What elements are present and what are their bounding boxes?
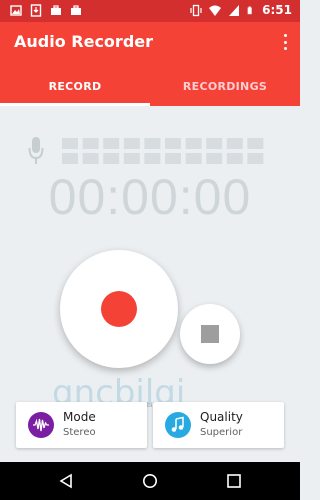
- level-meter-block: [123, 153, 140, 164]
- mode-title: Mode: [63, 410, 96, 424]
- mode-card[interactable]: Mode Stereo: [16, 402, 147, 448]
- recording-timer: 00:00:00: [48, 169, 252, 225]
- record-icon: [101, 291, 137, 327]
- vibrate-icon: [190, 4, 202, 16]
- navigation-bar: [0, 462, 300, 500]
- signal-icon: [229, 4, 240, 16]
- app-bar: Audio Recorder RECORD RECORDINGS: [0, 22, 300, 106]
- quality-title: Quality: [200, 410, 243, 424]
- battery-icon: [247, 6, 252, 14]
- tab-record[interactable]: RECORD: [0, 72, 150, 106]
- microphone-icon: [28, 137, 44, 164]
- level-meter: [62, 138, 264, 164]
- level-meter-block: [206, 138, 223, 149]
- wifi-icon: [209, 5, 222, 16]
- tab-record-label: RECORD: [48, 80, 102, 93]
- level-meter-block: [185, 153, 202, 164]
- level-meter-block: [103, 153, 120, 164]
- briefcase-icon: [51, 5, 61, 15]
- briefcase-icon: [71, 5, 81, 15]
- home-icon[interactable]: [142, 473, 158, 489]
- stop-icon: [201, 325, 219, 343]
- stop-button[interactable]: [180, 304, 240, 364]
- tab-recordings-label: RECORDINGS: [182, 80, 268, 93]
- level-meter-block: [247, 138, 264, 149]
- status-time: 6:51: [262, 3, 292, 17]
- level-meter-block: [82, 153, 99, 164]
- image-icon: [10, 5, 22, 16]
- level-meter-block: [226, 138, 243, 149]
- tab-recordings[interactable]: RECORDINGS: [150, 72, 300, 106]
- app-title: Audio Recorder: [14, 32, 154, 51]
- system-icons: 6:51: [190, 3, 292, 17]
- back-icon[interactable]: [58, 473, 74, 489]
- level-meter-block: [165, 153, 181, 164]
- level-meter-block: [185, 138, 202, 149]
- level-meter-block: [123, 138, 140, 149]
- level-meter-block: [82, 138, 99, 149]
- record-button[interactable]: [60, 250, 178, 368]
- level-meter-block: [165, 138, 181, 149]
- notification-icons: [10, 4, 82, 17]
- quality-card[interactable]: Quality Superior: [153, 402, 284, 448]
- quality-value: Superior: [200, 427, 243, 438]
- level-meter-block: [144, 153, 161, 164]
- level-meter-block: [206, 153, 223, 164]
- recent-apps-icon[interactable]: [226, 473, 242, 489]
- overflow-menu-icon[interactable]: [280, 33, 290, 51]
- level-meter-block: [62, 153, 78, 164]
- tab-indicator: [0, 103, 150, 106]
- status-bar: 6:51: [0, 0, 300, 22]
- mode-value: Stereo: [63, 427, 96, 438]
- waveform-icon: [28, 412, 54, 438]
- level-meter-block: [247, 153, 264, 164]
- level-meter-block: [62, 138, 78, 149]
- level-meter-block: [226, 153, 243, 164]
- music-note-icon: [165, 412, 191, 438]
- level-meter-block: [144, 138, 161, 149]
- level-meter-block: [103, 138, 120, 149]
- download-icon: [30, 4, 42, 17]
